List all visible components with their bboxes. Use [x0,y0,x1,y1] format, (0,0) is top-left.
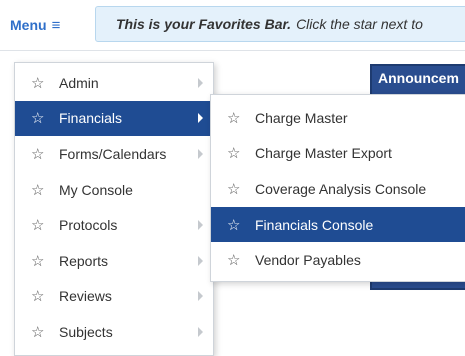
menu-item-label: My Console [59,181,133,198]
star-icon[interactable]: ☆ [31,323,51,341]
submenu-item-label: Coverage Analysis Console [255,180,427,197]
menu-item-forms-calendars[interactable]: ☆ Forms/Calendars [15,136,213,172]
star-icon[interactable]: ☆ [31,74,51,92]
submenu-item-vendor-payables[interactable]: ☆ Vendor Payables [211,242,465,278]
financials-submenu: ☆ Charge Master ☆ Charge Master Export ☆… [210,94,465,282]
submenu-item-label: Vendor Payables [255,252,361,269]
star-icon[interactable]: ☆ [227,180,247,198]
menu-button[interactable]: Menu ≡ [10,13,60,37]
menu-label: Menu [10,17,47,33]
menu-item-label: Protocols [59,217,118,234]
star-icon[interactable]: ☆ [31,252,51,270]
star-icon[interactable]: ☆ [31,287,51,305]
submenu-item-label: Financials Console [255,216,374,233]
star-icon[interactable]: ☆ [227,144,247,162]
menu-item-label: Reports [59,252,109,269]
main-menu: ☆ Admin ☆ Financials ☆ Forms/Calendars ☆… [14,62,214,356]
star-icon[interactable]: ☆ [31,216,51,234]
chevron-right-icon [198,148,203,159]
star-icon[interactable]: ☆ [227,109,247,127]
favorites-bar: This is your Favorites Bar. Click the st… [95,6,465,42]
menu-item-protocols[interactable]: ☆ Protocols [15,207,213,243]
top-bar: Menu ≡ This is your Favorites Bar. Click… [0,0,465,51]
menu-item-label: Subjects [59,323,113,340]
submenu-item-label: Charge Master [255,109,348,126]
menu-item-subjects[interactable]: ☆ Subjects [15,314,213,350]
hamburger-icon: ≡ [51,16,61,34]
submenu-item-financials-console[interactable]: ☆ Financials Console [211,206,465,243]
chevron-right-icon [198,113,203,124]
submenu-item-charge-master[interactable]: ☆ Charge Master [211,100,465,136]
chevron-right-icon [198,77,203,88]
chevron-right-icon [198,291,203,302]
star-icon[interactable]: ☆ [227,251,247,269]
menu-item-label: Forms/Calendars [59,145,167,162]
menu-item-label: Financials [59,110,123,127]
chevron-right-icon [198,255,203,266]
announcements-title: Announcem [378,70,459,86]
submenu-item-coverage-analysis-console[interactable]: ☆ Coverage Analysis Console [211,171,465,207]
menu-item-my-console[interactable]: ☆ My Console [15,172,213,208]
submenu-item-label: Charge Master Export [255,145,392,162]
star-icon[interactable]: ☆ [31,145,51,163]
menu-item-admin[interactable]: ☆ Admin [15,65,213,101]
menu-item-reports[interactable]: ☆ Reports [15,243,213,279]
menu-item-reviews[interactable]: ☆ Reviews [15,279,213,315]
menu-item-label: Admin [59,74,99,91]
chevron-right-icon [198,326,203,337]
star-icon[interactable]: ☆ [227,216,247,234]
submenu-item-charge-master-export[interactable]: ☆ Charge Master Export [211,136,465,172]
menu-item-financials[interactable]: ☆ Financials [15,100,213,137]
star-icon[interactable]: ☆ [31,181,51,199]
menu-item-label: Reviews [59,288,112,305]
favorites-bar-title: This is your Favorites Bar. [116,16,292,32]
star-icon[interactable]: ☆ [31,109,51,127]
favorites-bar-hint: Click the star next to [296,16,423,32]
chevron-right-icon [198,220,203,231]
